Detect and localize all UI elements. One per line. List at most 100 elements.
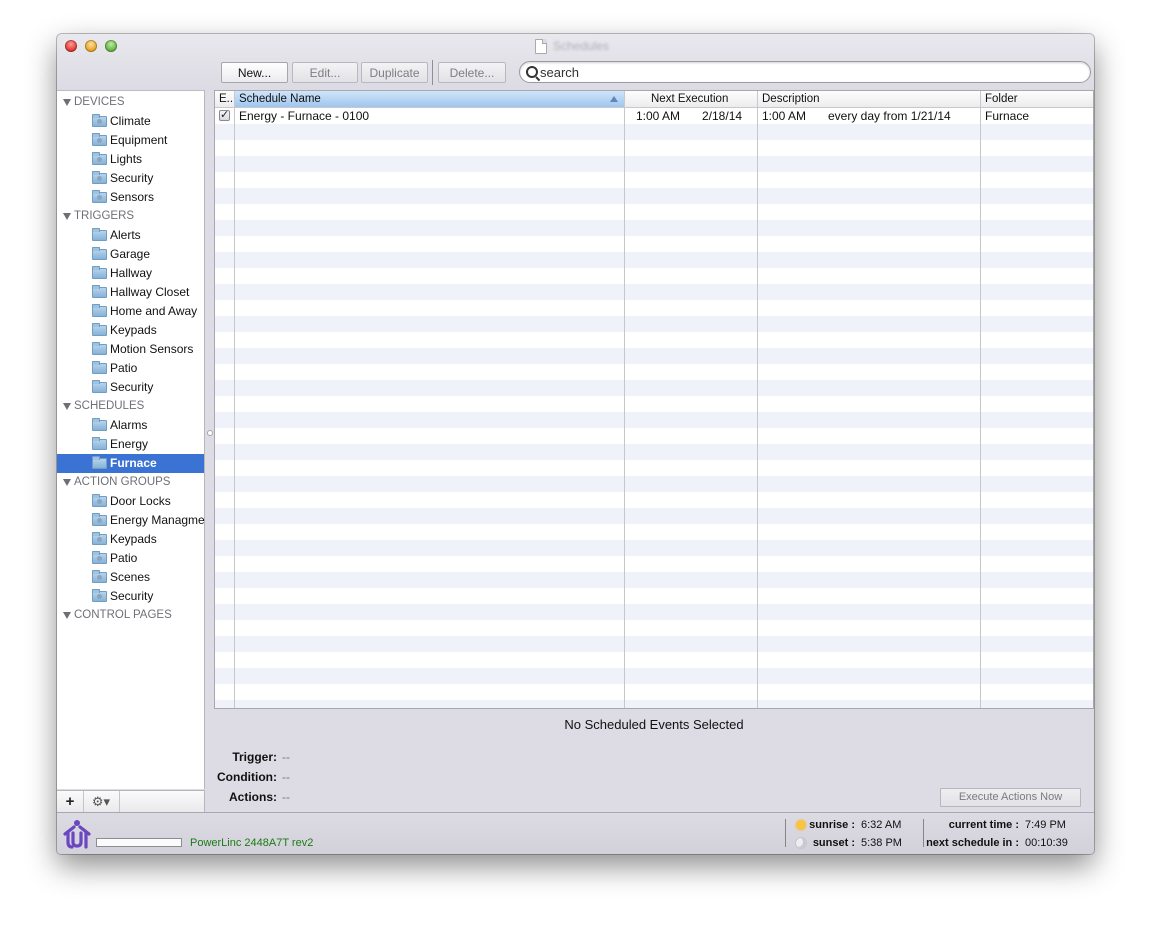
enabled-checkbox[interactable] <box>219 108 230 121</box>
sidebar-item-home-and-away[interactable]: Home and Away <box>57 302 204 321</box>
gear-menu-button[interactable]: ⚙▾ <box>83 791 120 813</box>
search-field[interactable] <box>519 61 1091 83</box>
sunset-value: 5:38 PM <box>861 837 902 849</box>
sidebar-item-hallway-closet[interactable]: Hallway Closet <box>57 283 204 302</box>
sidebar-item-keypads[interactable]: Keypads <box>57 530 204 549</box>
current-time-label: current time : <box>948 819 1019 831</box>
sidebar-item-energy-managment[interactable]: Energy Managment <box>57 511 215 530</box>
schedule-name-cell: Energy - Furnace - 0100 <box>239 109 370 123</box>
sidebar-item-keypads[interactable]: Keypads <box>57 321 204 340</box>
sidebar-item-sensors[interactable]: Sensors <box>57 188 204 207</box>
splitter-handle-icon[interactable] <box>207 430 213 436</box>
sidebar-item-label: Hallway <box>110 266 153 280</box>
window-title: Schedules <box>535 38 609 54</box>
sidebar-item-hallway[interactable]: Hallway <box>57 264 204 283</box>
sidebar-item-alerts[interactable]: Alerts <box>57 226 204 245</box>
disclosure-triangle-icon[interactable] <box>63 212 71 220</box>
sidebar-item-security[interactable]: Security <box>57 169 204 188</box>
sidebar-item-label: Security <box>110 380 154 394</box>
add-folder-button[interactable]: + <box>57 791 84 813</box>
sidebar-section-title: ACTION GROUPS <box>74 476 171 488</box>
sidebar-item-security[interactable]: Security <box>57 378 204 397</box>
sidebar-item-energy[interactable]: Energy <box>57 435 204 454</box>
sunrise-value: 6:32 AM <box>861 819 902 831</box>
folder-icon <box>92 304 107 317</box>
sidebar-section-triggers[interactable]: TRIGGERS <box>63 207 134 225</box>
condition-label: Condition: <box>217 770 277 784</box>
sidebar-item-alarms[interactable]: Alarms <box>57 416 204 435</box>
execute-actions-now-button[interactable]: Execute Actions Now <box>940 788 1081 807</box>
folder-icon <box>92 551 107 564</box>
folder-cell: Furnace <box>985 109 1030 123</box>
column-header-folder[interactable]: Folder <box>981 91 1093 107</box>
duplicate-button[interactable]: Duplicate <box>361 62 428 83</box>
sidebar-item-security[interactable]: Security <box>57 587 204 606</box>
disclosure-triangle-icon[interactable] <box>63 402 71 410</box>
folder-icon <box>92 513 107 526</box>
sidebar-item-patio[interactable]: Patio <box>57 549 204 568</box>
sidebar-item-scenes[interactable]: Scenes <box>57 568 204 587</box>
table-row[interactable]: Energy - Furnace - 0100 1:00 AM 2/18/14 1:0… <box>215 108 1093 124</box>
sidebar-item-label: Keypads <box>110 323 157 337</box>
delete-button[interactable]: Delete... <box>438 62 506 83</box>
disclosure-triangle-icon[interactable] <box>63 478 71 486</box>
sidebar-item-label: Equipment <box>110 133 168 147</box>
column-divider <box>980 108 981 708</box>
moon-icon <box>795 837 807 849</box>
sidebar-item-climate[interactable]: Climate <box>57 112 204 131</box>
sidebar-item-door-locks[interactable]: Door Locks <box>57 492 204 511</box>
title-bar: Schedules New... Edit... Duplicate Delet… <box>57 34 1094 90</box>
actions-value: -- <box>282 790 290 804</box>
column-header-enabled[interactable]: E.. <box>215 91 235 107</box>
app-window: Schedules New... Edit... Duplicate Delet… <box>57 34 1094 854</box>
column-divider <box>757 108 758 708</box>
folder-icon <box>92 456 107 469</box>
sidebar-section-devices[interactable]: DEVICES <box>63 93 125 111</box>
sidebar-section-action-groups[interactable]: ACTION GROUPS <box>63 473 170 491</box>
sidebar-item-label: Hallway Closet <box>110 285 190 299</box>
sidebar-item-garage[interactable]: Garage <box>57 245 204 264</box>
search-input[interactable] <box>540 63 1080 81</box>
sidebar-item-furnace[interactable]: Furnace <box>57 454 204 473</box>
zoom-window-button[interactable] <box>105 40 117 52</box>
folder-icon <box>92 437 107 450</box>
new-button[interactable]: New... <box>221 62 288 83</box>
sidebar-item-label: Patio <box>110 361 138 375</box>
sidebar-item-label: Energy <box>110 437 149 451</box>
sidebar-item-label: Motion Sensors <box>110 342 194 356</box>
sidebar-item-label: Lights <box>110 152 143 166</box>
app-logo-icon <box>63 820 91 849</box>
column-header-next-execution[interactable]: Next Execution <box>625 91 758 107</box>
sidebar-splitter[interactable] <box>205 90 214 812</box>
sidebar-item-label: Keypads <box>110 532 157 546</box>
folder-icon <box>92 247 107 260</box>
sidebar-item-label: Scenes <box>110 570 151 584</box>
search-icon <box>526 66 538 78</box>
close-window-button[interactable] <box>65 40 77 52</box>
sidebar-item-label: Garage <box>110 247 151 261</box>
sidebar-footer: + ⚙▾ <box>57 790 205 813</box>
column-header-description[interactable]: Description <box>758 91 981 107</box>
folder-icon <box>92 532 107 545</box>
folder-icon <box>92 152 107 165</box>
sidebar-item-equipment[interactable]: Equipment <box>57 131 204 150</box>
sidebar-item-motion-sensors[interactable]: Motion Sensors <box>57 340 204 359</box>
sidebar-item-lights[interactable]: Lights <box>57 150 204 169</box>
edit-button[interactable]: Edit... <box>292 62 358 83</box>
sidebar-section-schedules[interactable]: SCHEDULES <box>63 397 144 415</box>
disclosure-triangle-icon[interactable] <box>63 611 71 619</box>
column-divider <box>234 108 235 708</box>
trigger-value: -- <box>282 750 290 764</box>
condition-value: -- <box>282 770 290 784</box>
minimize-window-button[interactable] <box>85 40 97 52</box>
disclosure-triangle-icon[interactable] <box>63 98 71 106</box>
sidebar-item-label: Patio <box>110 551 138 565</box>
description-time-cell: 1:00 AM <box>762 109 807 123</box>
toolbar-separator <box>432 60 433 85</box>
folder-icon <box>92 380 107 393</box>
sidebar-section-control-pages[interactable]: CONTROL PAGES <box>63 606 172 624</box>
interface-device-status: PowerLinc 2448A7T rev2 <box>190 837 314 849</box>
folder-icon <box>92 570 107 583</box>
sidebar-item-patio[interactable]: Patio <box>57 359 204 378</box>
column-header-schedule-name[interactable]: Schedule Name <box>235 91 625 107</box>
